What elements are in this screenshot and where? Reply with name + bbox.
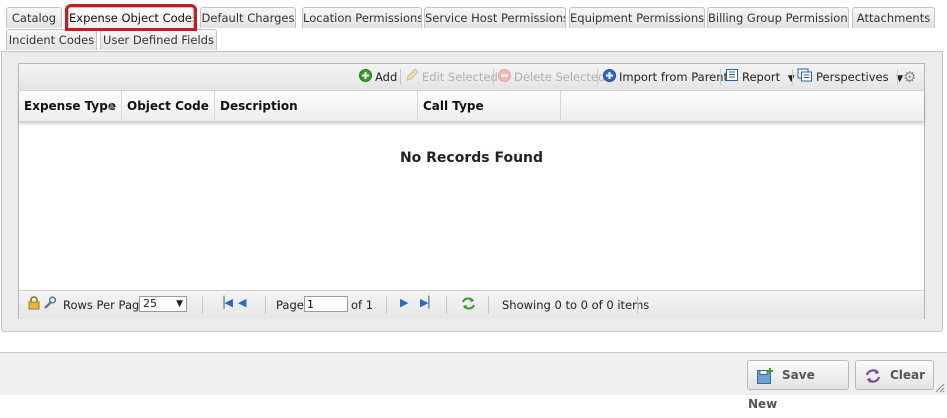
form-footer: Save New Clear xyxy=(0,352,947,411)
grid-header: Expense Type ▲ Object Code Description C… xyxy=(19,91,924,122)
grid-toolbar: Add Edit Selected Delete Selected Import… xyxy=(19,64,924,91)
tab-incident-codes[interactable]: Incident Codes xyxy=(6,29,97,50)
report-menu-button[interactable]: Report ▼ xyxy=(725,68,795,86)
toolbar-divider xyxy=(792,69,793,85)
refresh-icon[interactable] xyxy=(460,296,477,314)
delete-icon xyxy=(498,68,511,87)
tab-panel: Add Edit Selected Delete Selected Import… xyxy=(1,51,943,332)
import-from-parent-button[interactable]: Import from Parent xyxy=(603,68,728,86)
toolbar-divider xyxy=(597,69,598,85)
rows-per-page-value: 25 xyxy=(143,297,157,310)
pager-divider xyxy=(488,296,489,314)
delete-selected-label: Delete Selected xyxy=(514,70,606,84)
clear-icon xyxy=(864,362,882,390)
settings-button[interactable]: ⚙ xyxy=(903,68,916,86)
wrench-icon[interactable] xyxy=(43,296,57,314)
tab-location-permissions[interactable]: Location Permissions xyxy=(302,7,422,28)
gear-icon: ⚙ xyxy=(903,68,917,86)
previous-page-icon[interactable]: ◀ xyxy=(238,296,246,309)
tab-attachments[interactable]: Attachments xyxy=(852,7,935,28)
report-label: Report xyxy=(742,70,781,84)
import-from-parent-label: Import from Parent xyxy=(619,70,729,84)
records-grid: Add Edit Selected Delete Selected Import… xyxy=(18,63,925,319)
toolbar-divider xyxy=(720,69,721,85)
resize-grip-icon[interactable] xyxy=(935,383,945,393)
add-icon xyxy=(359,68,372,87)
column-header-object-code[interactable]: Object Code xyxy=(122,91,215,121)
add-button[interactable]: Add xyxy=(359,68,397,86)
rows-per-page-select[interactable]: 25 ▼ xyxy=(139,296,187,312)
tab-expense-object-codes[interactable]: Expense Object Codes xyxy=(65,4,197,31)
import-icon xyxy=(603,68,616,87)
sort-icon: ▲ xyxy=(108,101,115,111)
toolbar-divider xyxy=(897,69,898,85)
lock-icon[interactable] xyxy=(28,296,40,314)
tab-service-host-permissions[interactable]: Service Host Permissions xyxy=(424,7,566,28)
pager-divider xyxy=(637,296,638,314)
column-header-call-type[interactable]: Call Type xyxy=(418,91,561,121)
perspectives-menu-button[interactable]: Perspectives ▼ xyxy=(797,68,903,86)
last-page-icon[interactable]: ▶▏ xyxy=(420,296,437,309)
toolbar-divider xyxy=(400,69,401,85)
edit-selected-label: Edit Selected xyxy=(422,70,498,84)
column-header-label: Call Type xyxy=(423,99,484,113)
column-header-label: Description xyxy=(220,99,298,113)
clear-button[interactable]: Clear xyxy=(855,360,934,390)
clear-label: Clear xyxy=(890,368,926,382)
delete-selected-button[interactable]: Delete Selected xyxy=(498,68,605,86)
grid-pager: Rows Per Page: 25 ▼ ▕◀ ◀ Page: of 1 ▶ ▶▏… xyxy=(19,290,924,319)
pager-divider xyxy=(446,296,447,314)
column-header-description[interactable]: Description xyxy=(215,91,418,121)
column-header-label: Expense Type xyxy=(24,99,116,113)
pencil-icon xyxy=(405,68,419,87)
tab-equipment-permissions[interactable]: Equipment Permissions xyxy=(569,7,705,28)
save-new-button[interactable]: Save New xyxy=(747,360,849,411)
tab-billing-group-permissions[interactable]: Billing Group Permissions xyxy=(707,7,849,28)
column-header-expense-type[interactable]: Expense Type ▲ xyxy=(19,91,122,121)
page-count: of 1 xyxy=(351,298,374,312)
edit-selected-button[interactable]: Edit Selected xyxy=(405,68,498,86)
report-icon xyxy=(725,68,739,87)
pager-divider xyxy=(202,296,203,314)
toolbar-divider xyxy=(493,69,494,85)
save-new-icon xyxy=(756,362,774,390)
perspectives-icon xyxy=(797,68,813,87)
page-label: Page: xyxy=(276,298,308,312)
chevron-down-icon: ▼ xyxy=(176,299,183,309)
column-header-label: Object Code xyxy=(127,99,209,113)
first-page-icon[interactable]: ▕◀ xyxy=(216,296,233,309)
pager-divider xyxy=(265,296,266,314)
next-page-icon[interactable]: ▶ xyxy=(400,296,408,309)
tab-strip-row-1: Catalog Expense Object Codes Default Cha… xyxy=(6,4,941,31)
rows-per-page-label: Rows Per Page: xyxy=(63,298,151,312)
tab-default-charges[interactable]: Default Charges xyxy=(200,7,296,28)
tab-strip-row-2: Incident Codes User Defined Fields xyxy=(6,29,941,51)
tab-catalog[interactable]: Catalog xyxy=(6,7,62,28)
tab-user-defined-fields[interactable]: User Defined Fields xyxy=(100,29,217,50)
pager-divider xyxy=(386,296,387,314)
empty-message: No Records Found xyxy=(399,150,544,166)
perspectives-label: Perspectives xyxy=(816,70,889,84)
pager-status: Showing 0 to 0 of 0 items xyxy=(502,298,650,312)
page-number-input[interactable] xyxy=(304,296,348,312)
add-label: Add xyxy=(375,70,398,84)
